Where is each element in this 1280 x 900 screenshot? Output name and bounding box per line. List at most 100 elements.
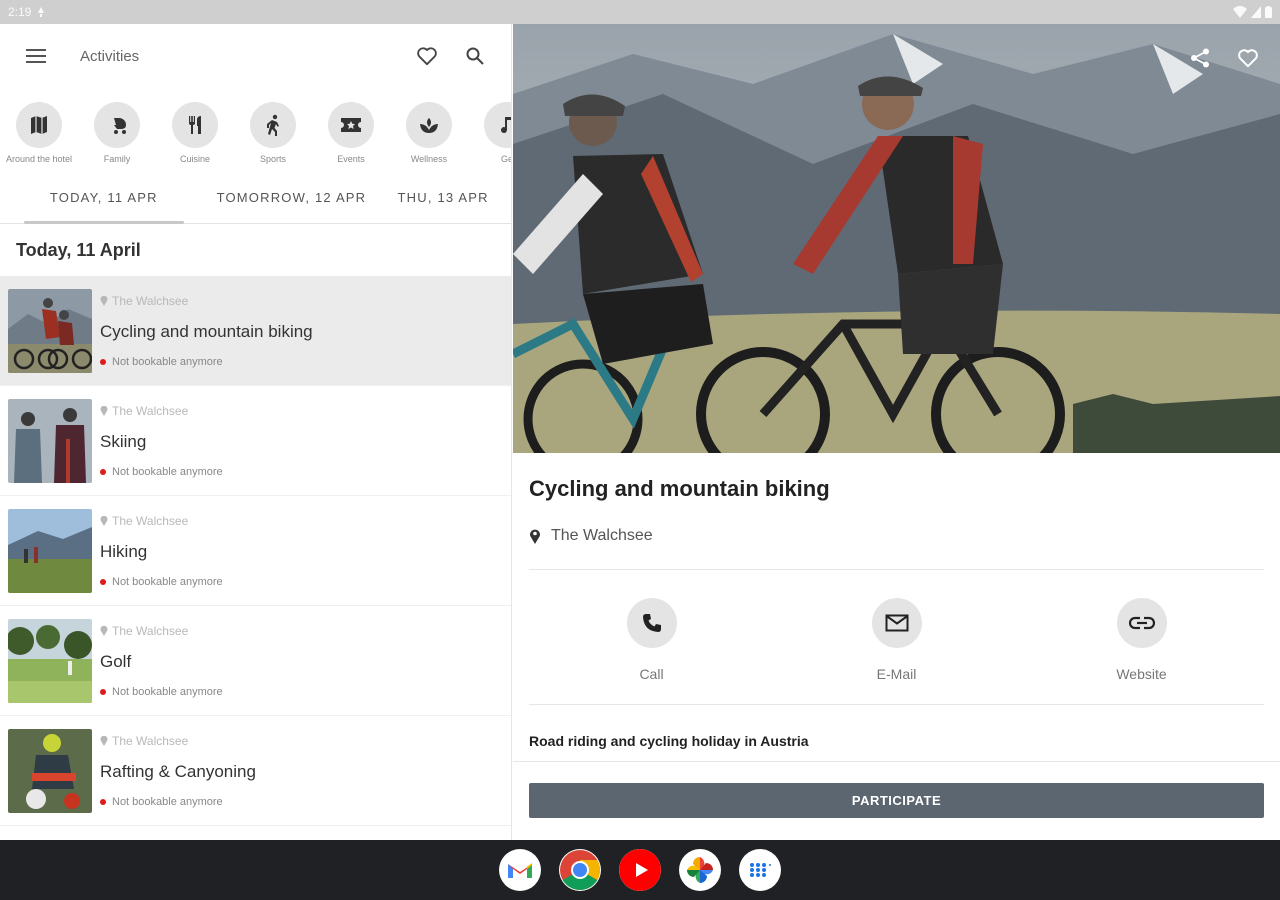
search-icon: [466, 47, 484, 65]
category-strip: Around the hotel Family Cuisine Sports E…: [0, 88, 511, 172]
day-heading: Today, 11 April: [16, 239, 141, 260]
category-events[interactable]: Events: [312, 88, 390, 172]
detail-title: Cycling and mountain biking: [529, 476, 830, 501]
status-time: 2:19: [8, 5, 32, 19]
list-item[interactable]: The Walchsee Rafting & Canyoning Not boo…: [0, 716, 511, 826]
list-item[interactable]: The Walchsee Cycling and mountain biking…: [0, 276, 511, 386]
activity-title: Skiing: [100, 431, 147, 451]
signal-icon: [1251, 6, 1261, 18]
location-pin-icon: [100, 295, 108, 306]
activity-thumbnail: [8, 728, 92, 813]
favorites-button[interactable]: [407, 36, 447, 76]
activity-thumbnail: [8, 618, 92, 703]
divider: [529, 569, 1264, 570]
location-pin-icon: [100, 515, 108, 526]
category-sports[interactable]: Sports: [234, 88, 312, 172]
stroller-icon: [110, 118, 126, 134]
status-dot: [100, 468, 106, 475]
call-button[interactable]: Call: [529, 598, 774, 688]
app-bar: Activities: [0, 24, 511, 88]
wifi-icon: [1233, 6, 1247, 18]
page-title: Activities: [80, 47, 140, 65]
category-cuisine[interactable]: Cuisine: [156, 88, 234, 172]
activity-detail-pane: Cycling and mountain biking The Walchsee…: [513, 24, 1280, 840]
detail-location: The Walchsee: [529, 527, 653, 545]
email-button[interactable]: E-Mail: [774, 598, 1019, 688]
activity-location: The Walchsee: [100, 624, 223, 638]
chrome-app-button[interactable]: [559, 849, 601, 891]
taskbar: [0, 840, 1280, 900]
youtube-icon: [619, 849, 661, 891]
activity-title: Rafting & Canyoning: [100, 761, 256, 781]
tab-thursday[interactable]: THU, 13 APR: [375, 172, 511, 223]
category-family[interactable]: Family: [78, 88, 156, 172]
notification-icon: [37, 7, 45, 17]
status-bar: 2:19: [0, 0, 1280, 24]
spa-icon: [420, 118, 438, 133]
category-label: Family: [103, 154, 131, 164]
activity-title: Hiking: [100, 541, 148, 561]
gmail-icon: [508, 863, 532, 878]
category-label: Events: [337, 154, 365, 164]
music-icon: [501, 117, 511, 133]
location-pin-icon: [100, 405, 108, 416]
photos-app-button[interactable]: [679, 849, 721, 891]
activity-location: The Walchsee: [100, 404, 223, 418]
hamburger-menu-icon: [26, 49, 46, 63]
category-label: Cuisine: [179, 154, 210, 164]
category-around-the-hotel[interactable]: Around the hotel: [0, 88, 78, 172]
location-pin-icon: [100, 735, 108, 746]
apps-grid-icon: [750, 863, 771, 877]
activities-list-pane: Activities Around the hotel Family Cuisi…: [0, 24, 512, 840]
category-label: Around the hotel: [5, 154, 73, 164]
booking-status: Not bookable anymore: [100, 796, 256, 808]
search-button[interactable]: [455, 36, 495, 76]
mail-icon: [885, 614, 908, 632]
date-tabs: TODAY, 11 APR TOMORROW, 12 APR THU, 13 A…: [0, 172, 511, 224]
status-dot: [100, 358, 106, 365]
activity-list: The Walchsee Cycling and mountain biking…: [0, 276, 511, 826]
battery-icon: [1265, 6, 1272, 18]
tab-tomorrow[interactable]: TOMORROW, 12 APR: [208, 172, 376, 223]
participate-button[interactable]: PARTICIPATE: [529, 783, 1264, 818]
chrome-icon: [560, 850, 600, 890]
category-more[interactable]: Ge: [468, 88, 511, 172]
activity-title: Cycling and mountain biking: [100, 321, 313, 341]
ticket-icon: [341, 118, 361, 132]
email-label: E-Mail: [876, 666, 917, 682]
list-item[interactable]: The Walchsee Golf Not bookable anymore: [0, 606, 511, 716]
booking-status: Not bookable anymore: [100, 576, 223, 588]
favorite-button[interactable]: [1228, 40, 1268, 76]
location-pin-icon: [530, 529, 540, 544]
category-wellness[interactable]: Wellness: [390, 88, 468, 172]
menu-button[interactable]: [16, 36, 56, 76]
activity-location: The Walchsee: [100, 514, 223, 528]
status-dot: [100, 578, 106, 585]
divider: [529, 704, 1264, 705]
gmail-app-button[interactable]: [499, 849, 541, 891]
activity-description: Road riding and cycling holiday in Austr…: [529, 733, 809, 749]
booking-status: Not bookable anymore: [100, 356, 313, 368]
website-label: Website: [1116, 666, 1167, 682]
list-item[interactable]: The Walchsee Hiking Not bookable anymore: [0, 496, 511, 606]
status-dot: [100, 798, 106, 805]
status-dot: [100, 688, 106, 695]
divider: [513, 761, 1280, 762]
cutlery-icon: [189, 116, 201, 134]
list-item[interactable]: The Walchsee Skiing Not bookable anymore: [0, 386, 511, 496]
running-icon: [267, 114, 279, 136]
app-launcher-button[interactable]: [739, 849, 781, 891]
heart-outline-icon: [417, 47, 437, 66]
category-label: Sports: [259, 154, 286, 164]
contact-actions: Call E-Mail Website: [529, 598, 1264, 688]
youtube-app-button[interactable]: [619, 849, 661, 891]
category-label: Ge: [500, 154, 511, 164]
share-button[interactable]: [1180, 40, 1220, 76]
link-icon: [1128, 616, 1155, 630]
website-button[interactable]: Website: [1019, 598, 1264, 688]
call-label: Call: [639, 666, 664, 682]
activity-thumbnail: [8, 398, 92, 483]
tab-today[interactable]: TODAY, 11 APR: [0, 172, 208, 224]
activity-title: Golf: [100, 651, 132, 671]
photos-icon: [687, 857, 713, 883]
